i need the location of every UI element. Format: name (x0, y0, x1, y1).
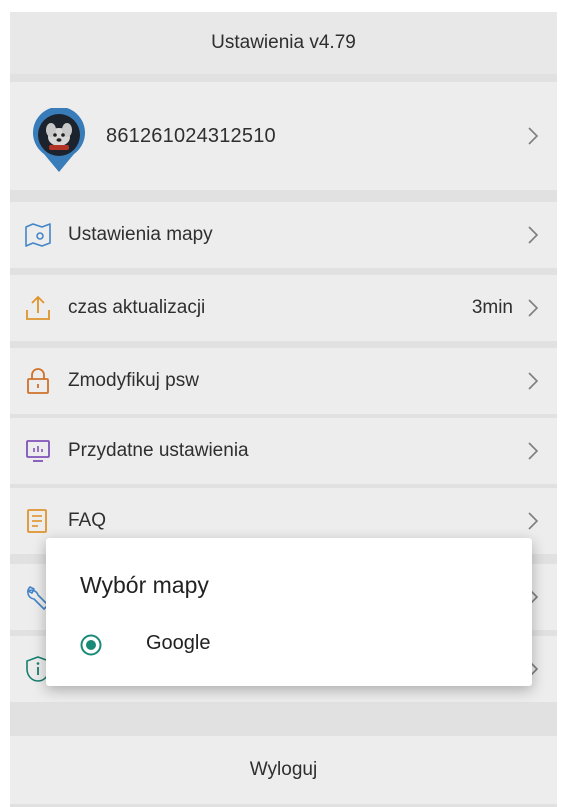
dialog-scrim[interactable] (10, 12, 557, 807)
settings-screen: Ustawienia v4.79 861261024312510 Ustawie… (10, 12, 557, 807)
radio-google-label[interactable]: Google (146, 632, 211, 655)
dialog-title: Wybór mapy (80, 572, 209, 598)
radio-google[interactable] (80, 634, 102, 656)
map-selection-dialog: Wybór mapy Google (46, 538, 532, 686)
